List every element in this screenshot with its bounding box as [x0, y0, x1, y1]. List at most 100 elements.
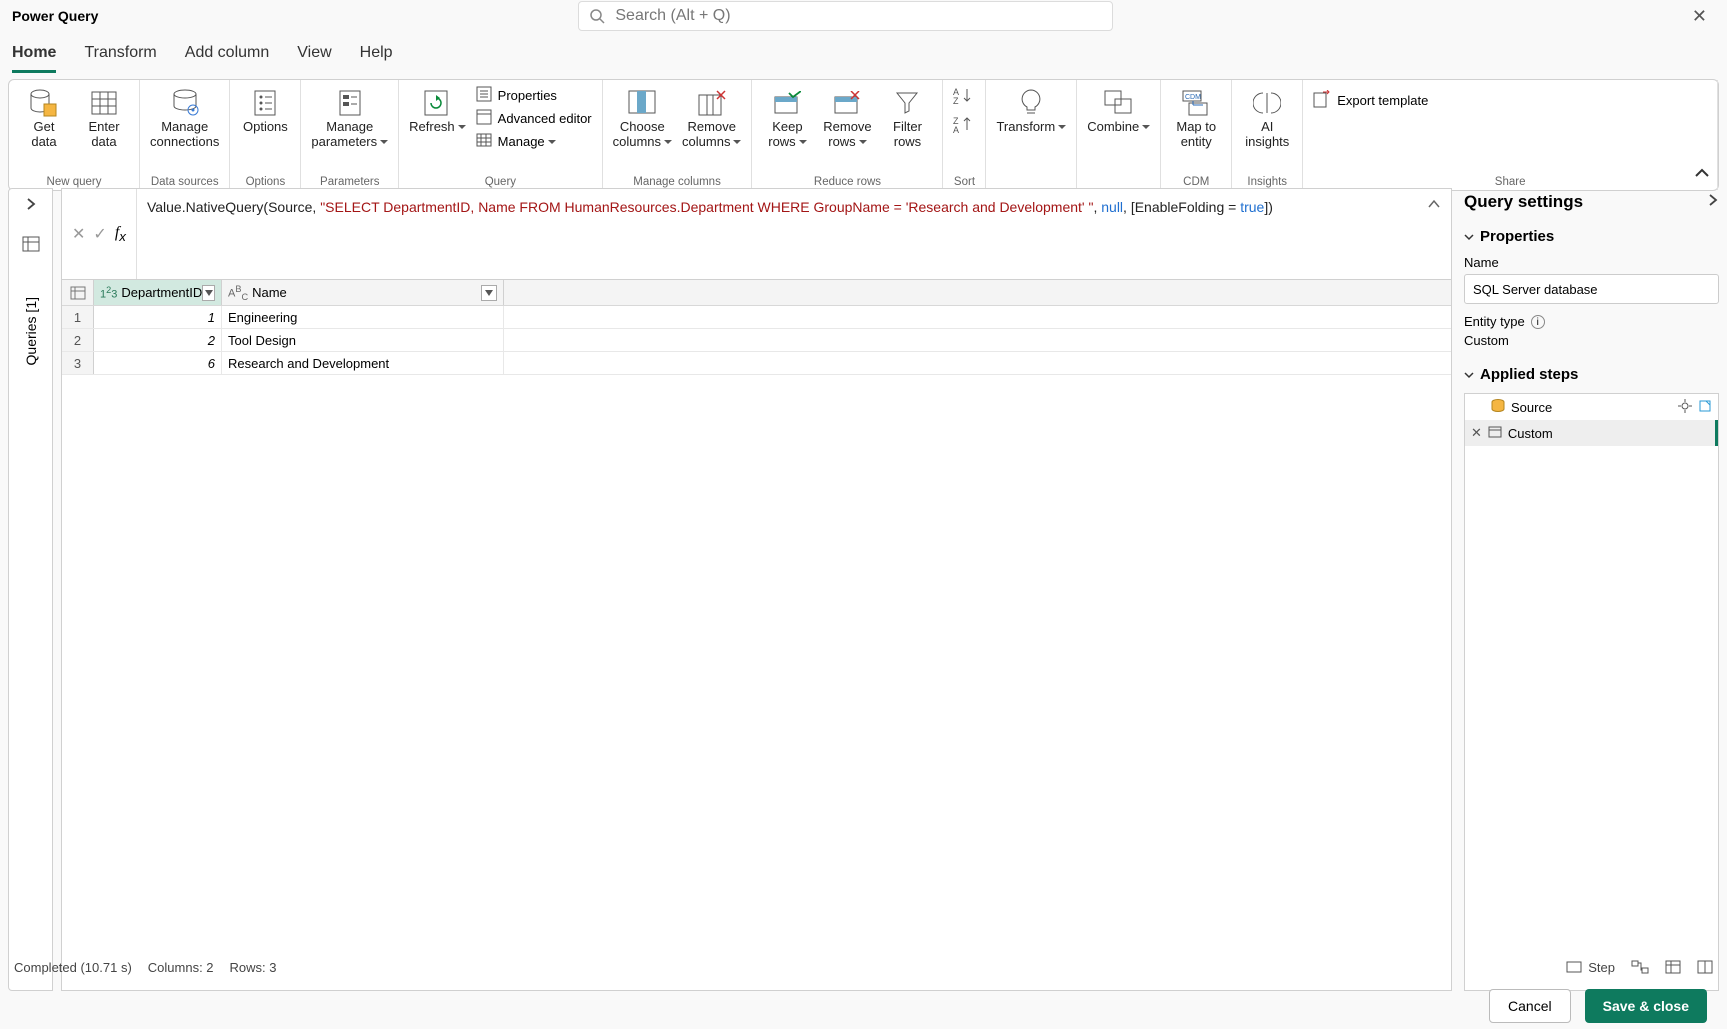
query-settings-title: Query settings — [1464, 192, 1583, 212]
applied-steps-section-toggle[interactable]: Applied steps — [1464, 366, 1719, 383]
remove-rows-button[interactable]: Remove rows — [822, 86, 872, 150]
column-header-departmentid[interactable]: 123 DepartmentID — [94, 280, 222, 305]
name-field-label: Name — [1464, 255, 1719, 270]
tab-help[interactable]: Help — [360, 44, 393, 73]
group-label-sort: Sort — [953, 176, 975, 188]
collapse-ribbon-button[interactable] — [1694, 166, 1710, 184]
get-data-button[interactable]: Get data — [19, 86, 69, 150]
refresh-button[interactable]: Refresh — [409, 86, 466, 135]
data-grid: 123 DepartmentID ABC Name 1 1 Engineerin… — [61, 280, 1452, 991]
enter-data-button[interactable]: Enter data — [79, 86, 129, 150]
svg-text:CDM: CDM — [1185, 94, 1201, 101]
step-fold-icon[interactable] — [1698, 399, 1712, 416]
step-source[interactable]: Source — [1465, 394, 1718, 420]
ribbon-group-manage-columns: Choose columns Remove columns Manage col… — [603, 80, 753, 190]
info-icon[interactable]: i — [1531, 315, 1545, 329]
ribbon-group-cdm: CDM Map to entity CDM — [1161, 80, 1232, 190]
search-placeholder: Search (Alt + Q) — [615, 7, 730, 25]
column-filter-button[interactable] — [481, 285, 497, 301]
remove-columns-icon — [697, 86, 727, 120]
filter-icon — [894, 86, 920, 120]
ribbon-group-sort: AZ ZA Sort — [943, 80, 986, 190]
cancel-button[interactable]: Cancel — [1489, 989, 1571, 1023]
step-settings-button[interactable] — [1678, 399, 1692, 416]
filter-rows-button[interactable]: Filter rows — [882, 86, 932, 150]
group-label-options: Options — [240, 176, 290, 188]
choose-columns-button[interactable]: Choose columns — [613, 86, 672, 150]
status-rows: Rows: 3 — [230, 960, 277, 975]
manage-icon — [476, 132, 492, 151]
tab-transform[interactable]: Transform — [84, 44, 156, 73]
collapse-settings-button[interactable] — [1707, 192, 1719, 212]
ribbon: Get data Enter data New query Manage con… — [8, 79, 1719, 191]
group-label-parameters: Parameters — [311, 176, 388, 188]
formula-input[interactable]: Value.NativeQuery(Source, "SELECT Depart… — [137, 189, 1451, 279]
ai-insights-button[interactable]: AI insights — [1242, 86, 1292, 150]
custom-step-icon — [1488, 425, 1502, 442]
column-filter-button[interactable] — [202, 285, 215, 301]
ribbon-group-parameters: Manage parameters Parameters — [301, 80, 399, 190]
ribbon-group-share: Export template Share — [1303, 80, 1718, 190]
refresh-icon — [422, 86, 452, 120]
delete-step-button[interactable]: ✕ — [1471, 425, 1482, 441]
query-settings-panel: Query settings Properties Name Entity ty… — [1464, 188, 1719, 991]
lightbulb-icon — [1018, 86, 1044, 120]
group-label-data-sources: Data sources — [150, 176, 219, 188]
properties-button[interactable]: Properties — [476, 86, 592, 105]
search-input[interactable]: Search (Alt + Q) — [578, 1, 1113, 31]
applied-steps-list: Source ✕ Custom — [1464, 393, 1719, 991]
manage-query-button[interactable]: Manage — [476, 132, 592, 151]
cancel-formula-button[interactable]: ✕ — [72, 224, 85, 244]
tab-view[interactable]: View — [297, 44, 331, 73]
grid-header-row: 123 DepartmentID ABC Name — [62, 280, 1451, 306]
manage-parameters-button[interactable]: Manage parameters — [311, 86, 388, 150]
expand-queries-button[interactable] — [24, 197, 38, 216]
table-row[interactable]: 2 2 Tool Design — [62, 329, 1451, 352]
group-label-query: Query — [409, 176, 591, 188]
editor-icon — [476, 109, 492, 128]
diagram-view-button[interactable] — [1631, 960, 1649, 974]
close-button[interactable]: ✕ — [1684, 2, 1715, 31]
group-label-cdm: CDM — [1171, 176, 1221, 188]
queries-panel-label: Queries [1] — [23, 297, 39, 365]
tab-add-column[interactable]: Add column — [185, 44, 270, 73]
export-template-button[interactable]: Export template — [1313, 86, 1428, 111]
step-custom[interactable]: ✕ Custom — [1465, 420, 1718, 446]
table-row[interactable]: 1 1 Engineering — [62, 306, 1451, 329]
save-close-button[interactable]: Save & close — [1585, 989, 1707, 1023]
choose-columns-icon — [627, 86, 657, 120]
status-columns: Columns: 2 — [148, 960, 214, 975]
table-view-button[interactable] — [1665, 960, 1681, 974]
sort-desc-button[interactable]: ZA — [953, 115, 975, 138]
formula-bar: ✕ ✓ fx Value.NativeQuery(Source, "SELECT… — [61, 188, 1452, 280]
keep-rows-button[interactable]: Keep rows — [762, 86, 812, 150]
parameters-icon — [337, 86, 363, 120]
status-bar: Completed (10.71 s) Columns: 2 Rows: 3 S… — [8, 953, 1719, 981]
advanced-editor-button[interactable]: Advanced editor — [476, 109, 592, 128]
options-button[interactable]: Options — [240, 86, 290, 135]
ribbon-group-combine: Combine — [1077, 80, 1161, 190]
map-to-entity-button[interactable]: CDM Map to entity — [1171, 86, 1221, 150]
tab-home[interactable]: Home — [12, 44, 56, 73]
commit-formula-button[interactable]: ✓ — [93, 224, 106, 244]
manage-connections-button[interactable]: Manage connections — [150, 86, 219, 150]
step-view-button[interactable]: Step — [1566, 960, 1615, 975]
group-label-reduce-rows: Reduce rows — [762, 176, 932, 188]
svg-text:Z: Z — [953, 96, 959, 104]
split-view-button[interactable] — [1697, 960, 1713, 974]
grid-body: 1 1 Engineering 2 2 Tool Design 3 6 Rese… — [62, 306, 1451, 990]
table-row[interactable]: 3 6 Research and Development — [62, 352, 1451, 375]
app-title: Power Query — [12, 8, 98, 24]
properties-section-toggle[interactable]: Properties — [1464, 228, 1719, 245]
grid-corner-button[interactable] — [62, 280, 94, 305]
table-icon — [90, 86, 118, 120]
connections-icon — [170, 86, 200, 120]
transform-button[interactable]: Transform — [996, 86, 1066, 135]
collapse-formula-button[interactable] — [1427, 195, 1441, 216]
column-header-name[interactable]: ABC Name — [222, 280, 504, 305]
sort-asc-button[interactable]: AZ — [953, 86, 975, 109]
combine-button[interactable]: Combine — [1087, 86, 1150, 135]
remove-columns-button[interactable]: Remove columns — [682, 86, 741, 150]
ribbon-group-insights: AI insights Insights — [1232, 80, 1303, 190]
query-name-input[interactable] — [1464, 274, 1719, 304]
